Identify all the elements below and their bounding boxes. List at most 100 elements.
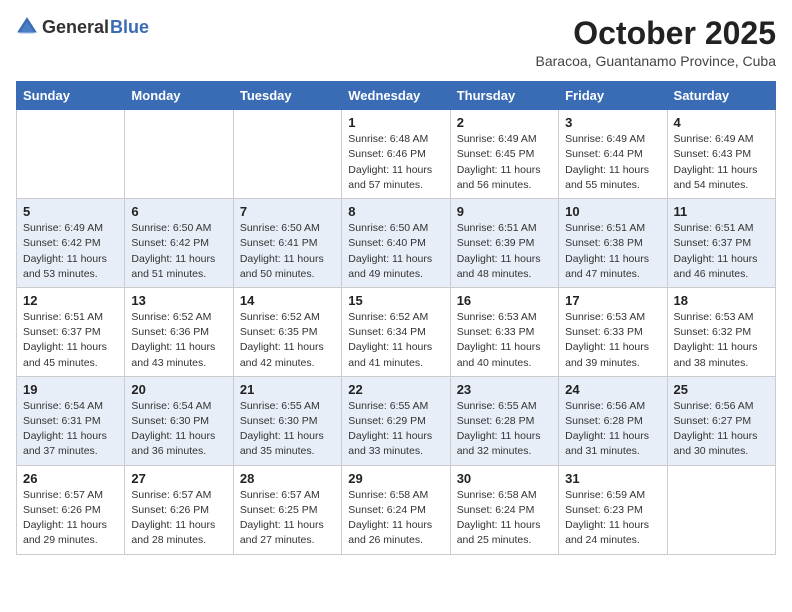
day-info: Sunrise: 6:53 AM Sunset: 6:32 PM Dayligh…: [674, 310, 769, 371]
day-info: Sunrise: 6:52 AM Sunset: 6:35 PM Dayligh…: [240, 310, 335, 371]
weekday-header-monday: Monday: [125, 82, 233, 110]
day-number: 16: [457, 293, 552, 308]
calendar-cell: 20Sunrise: 6:54 AM Sunset: 6:30 PM Dayli…: [125, 376, 233, 465]
calendar-cell: 1Sunrise: 6:48 AM Sunset: 6:46 PM Daylig…: [342, 110, 450, 199]
day-number: 5: [23, 204, 118, 219]
day-info: Sunrise: 6:57 AM Sunset: 6:26 PM Dayligh…: [23, 488, 118, 549]
day-number: 15: [348, 293, 443, 308]
page-header: General Blue October 2025 Baracoa, Guant…: [16, 16, 776, 69]
calendar-cell: 23 Sunrise: 6:55 AM Sunset: 6:28 PM Dayli…: [450, 376, 558, 465]
day-info: Sunrise: 6:55 AM Sunset: 6:28 PM Dayligh…: [457, 399, 552, 460]
day-number: 14: [240, 293, 335, 308]
day-info: Sunrise: 6:50 AM Sunset: 6:41 PM Dayligh…: [240, 221, 335, 282]
calendar-cell: [125, 110, 233, 199]
weekday-header-saturday: Saturday: [667, 82, 775, 110]
calendar-cell: 9 Sunrise: 6:51 AM Sunset: 6:39 PM Daylig…: [450, 199, 558, 288]
weekday-header-wednesday: Wednesday: [342, 82, 450, 110]
month-title: October 2025: [536, 16, 776, 51]
day-number: 26: [23, 471, 118, 486]
day-number: 4: [674, 115, 769, 130]
title-block: October 2025 Baracoa, Guantanamo Provinc…: [536, 16, 776, 69]
calendar-cell: 22Sunrise: 6:55 AM Sunset: 6:29 PM Dayli…: [342, 376, 450, 465]
weekday-header-friday: Friday: [559, 82, 667, 110]
logo-general-text: General: [42, 18, 109, 36]
day-info: Sunrise: 6:58 AM Sunset: 6:24 PM Dayligh…: [457, 488, 552, 549]
day-info: Sunrise: 6:50 AM Sunset: 6:40 PM Dayligh…: [348, 221, 443, 282]
day-info: Sunrise: 6:51 AM Sunset: 6:37 PM Dayligh…: [23, 310, 118, 371]
day-info: Sunrise: 6:51 AM Sunset: 6:39 PM Dayligh…: [457, 221, 552, 282]
day-number: 11: [674, 204, 769, 219]
calendar-cell: 17 Sunrise: 6:53 AM Sunset: 6:33 PM Dayli…: [559, 287, 667, 376]
day-info: Sunrise: 6:56 AM Sunset: 6:28 PM Dayligh…: [565, 399, 660, 460]
calendar-cell: 14 Sunrise: 6:52 AM Sunset: 6:35 PM Dayli…: [233, 287, 341, 376]
logo-icon: [16, 16, 38, 38]
day-info: Sunrise: 6:58 AM Sunset: 6:24 PM Dayligh…: [348, 488, 443, 549]
day-info: Sunrise: 6:54 AM Sunset: 6:31 PM Dayligh…: [23, 399, 118, 460]
day-number: 21: [240, 382, 335, 397]
day-info: Sunrise: 6:48 AM Sunset: 6:46 PM Dayligh…: [348, 132, 443, 193]
calendar-cell: 16 Sunrise: 6:53 AM Sunset: 6:33 PM Dayli…: [450, 287, 558, 376]
day-info: Sunrise: 6:49 AM Sunset: 6:42 PM Dayligh…: [23, 221, 118, 282]
calendar-cell: 28Sunrise: 6:57 AM Sunset: 6:25 PM Dayli…: [233, 465, 341, 554]
calendar-cell: 15 Sunrise: 6:52 AM Sunset: 6:34 PM Dayli…: [342, 287, 450, 376]
calendar-header-row: SundayMondayTuesdayWednesdayThursdayFrid…: [17, 82, 776, 110]
logo: General Blue: [16, 16, 149, 38]
day-number: 13: [131, 293, 226, 308]
calendar-cell: [233, 110, 341, 199]
location-text: Baracoa, Guantanamo Province, Cuba: [536, 53, 776, 69]
calendar-cell: 7Sunrise: 6:50 AM Sunset: 6:41 PM Daylig…: [233, 199, 341, 288]
day-number: 25: [674, 382, 769, 397]
day-info: Sunrise: 6:51 AM Sunset: 6:37 PM Dayligh…: [674, 221, 769, 282]
day-number: 9: [457, 204, 552, 219]
calendar-cell: 5 Sunrise: 6:49 AM Sunset: 6:42 PM Daylig…: [17, 199, 125, 288]
day-number: 24: [565, 382, 660, 397]
weekday-header-tuesday: Tuesday: [233, 82, 341, 110]
day-number: 12: [23, 293, 118, 308]
calendar-cell: 21 Sunrise: 6:55 AM Sunset: 6:30 PM Dayli…: [233, 376, 341, 465]
weekday-header-thursday: Thursday: [450, 82, 558, 110]
day-info: Sunrise: 6:52 AM Sunset: 6:36 PM Dayligh…: [131, 310, 226, 371]
calendar-cell: 11 Sunrise: 6:51 AM Sunset: 6:37 PM Dayli…: [667, 199, 775, 288]
calendar-cell: 2 Sunrise: 6:49 AM Sunset: 6:45 PM Daylig…: [450, 110, 558, 199]
calendar-cell: 3Sunrise: 6:49 AM Sunset: 6:44 PM Daylig…: [559, 110, 667, 199]
calendar-week-row: 12 Sunrise: 6:51 AM Sunset: 6:37 PM Dayli…: [17, 287, 776, 376]
day-info: Sunrise: 6:49 AM Sunset: 6:45 PM Dayligh…: [457, 132, 552, 193]
day-info: Sunrise: 6:59 AM Sunset: 6:23 PM Dayligh…: [565, 488, 660, 549]
day-number: 6: [131, 204, 226, 219]
calendar-cell: 24 Sunrise: 6:56 AM Sunset: 6:28 PM Dayli…: [559, 376, 667, 465]
day-info: Sunrise: 6:55 AM Sunset: 6:30 PM Dayligh…: [240, 399, 335, 460]
day-number: 8: [348, 204, 443, 219]
calendar-cell: [667, 465, 775, 554]
calendar-cell: [17, 110, 125, 199]
logo-blue-text: Blue: [110, 18, 149, 36]
calendar-week-row: 1Sunrise: 6:48 AM Sunset: 6:46 PM Daylig…: [17, 110, 776, 199]
day-number: 29: [348, 471, 443, 486]
calendar-week-row: 26 Sunrise: 6:57 AM Sunset: 6:26 PM Dayli…: [17, 465, 776, 554]
day-info: Sunrise: 6:57 AM Sunset: 6:26 PM Dayligh…: [131, 488, 226, 549]
calendar-cell: 29 Sunrise: 6:58 AM Sunset: 6:24 PM Dayli…: [342, 465, 450, 554]
calendar-cell: 12 Sunrise: 6:51 AM Sunset: 6:37 PM Dayli…: [17, 287, 125, 376]
day-number: 20: [131, 382, 226, 397]
day-info: Sunrise: 6:53 AM Sunset: 6:33 PM Dayligh…: [457, 310, 552, 371]
day-info: Sunrise: 6:52 AM Sunset: 6:34 PM Dayligh…: [348, 310, 443, 371]
day-number: 2: [457, 115, 552, 130]
day-info: Sunrise: 6:49 AM Sunset: 6:43 PM Dayligh…: [674, 132, 769, 193]
day-number: 17: [565, 293, 660, 308]
calendar-cell: 25 Sunrise: 6:56 AM Sunset: 6:27 PM Dayli…: [667, 376, 775, 465]
day-number: 22: [348, 382, 443, 397]
day-number: 30: [457, 471, 552, 486]
calendar-cell: 19 Sunrise: 6:54 AM Sunset: 6:31 PM Dayli…: [17, 376, 125, 465]
day-info: Sunrise: 6:53 AM Sunset: 6:33 PM Dayligh…: [565, 310, 660, 371]
day-number: 18: [674, 293, 769, 308]
day-number: 19: [23, 382, 118, 397]
day-number: 23: [457, 382, 552, 397]
day-number: 3: [565, 115, 660, 130]
calendar-cell: 18 Sunrise: 6:53 AM Sunset: 6:32 PM Dayli…: [667, 287, 775, 376]
day-info: Sunrise: 6:56 AM Sunset: 6:27 PM Dayligh…: [674, 399, 769, 460]
calendar-cell: 31Sunrise: 6:59 AM Sunset: 6:23 PM Dayli…: [559, 465, 667, 554]
day-info: Sunrise: 6:50 AM Sunset: 6:42 PM Dayligh…: [131, 221, 226, 282]
calendar-cell: 27 Sunrise: 6:57 AM Sunset: 6:26 PM Dayli…: [125, 465, 233, 554]
day-number: 27: [131, 471, 226, 486]
calendar-cell: 30 Sunrise: 6:58 AM Sunset: 6:24 PM Dayli…: [450, 465, 558, 554]
calendar-cell: 6 Sunrise: 6:50 AM Sunset: 6:42 PM Daylig…: [125, 199, 233, 288]
